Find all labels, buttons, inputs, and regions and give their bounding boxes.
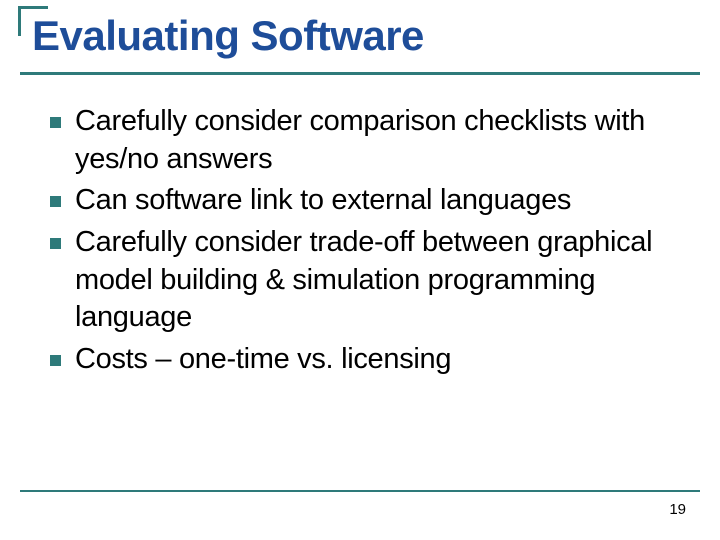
bullet-text: Costs – one-time vs. licensing (75, 341, 451, 379)
page-number: 19 (669, 501, 686, 518)
bullet-text: Carefully consider comparison checklists… (75, 103, 690, 178)
corner-accent-decoration (18, 6, 48, 36)
bottom-rule-decoration (20, 490, 700, 492)
bullet-square-icon (50, 196, 61, 207)
content-area: Carefully consider comparison checklists… (20, 103, 700, 379)
list-item: Costs – one-time vs. licensing (50, 341, 690, 379)
bullet-square-icon (50, 355, 61, 366)
title-underline (20, 72, 700, 75)
bullet-square-icon (50, 117, 61, 128)
bullet-square-icon (50, 238, 61, 249)
bullet-text: Carefully consider trade-off between gra… (75, 224, 690, 337)
list-item: Carefully consider comparison checklists… (50, 103, 690, 178)
bullet-text: Can software link to external languages (75, 182, 571, 220)
list-item: Can software link to external languages (50, 182, 690, 220)
title-block: Evaluating Software (32, 12, 700, 68)
list-item: Carefully consider trade-off between gra… (50, 224, 690, 337)
slide-container: Evaluating Software Carefully consider c… (0, 0, 720, 540)
slide-title: Evaluating Software (32, 12, 700, 60)
